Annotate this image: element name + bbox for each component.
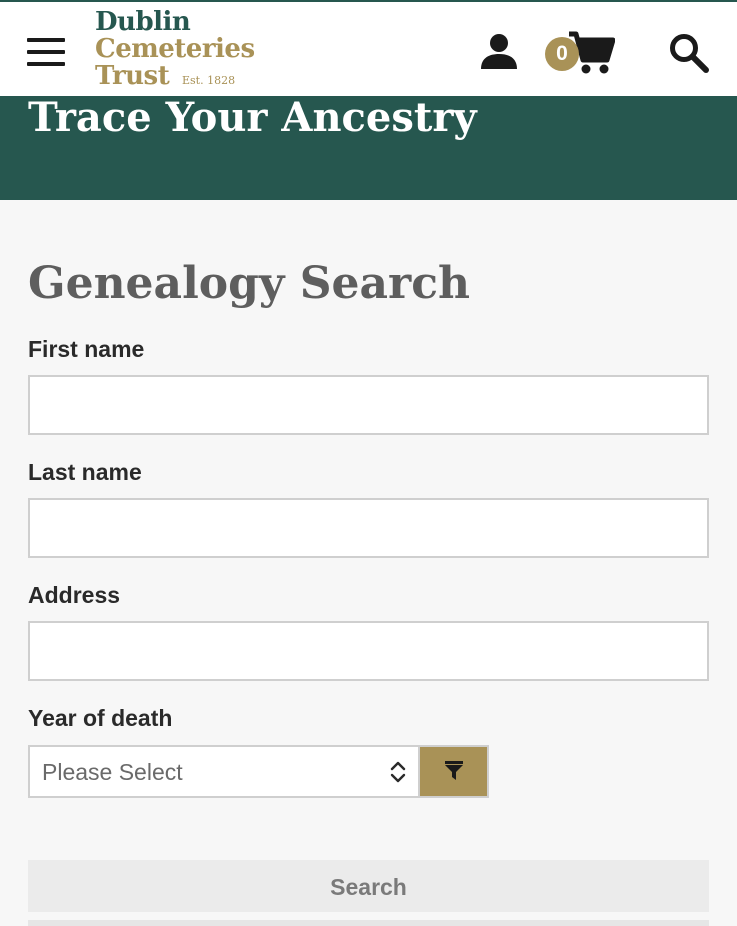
hamburger-menu-icon[interactable]: [27, 38, 65, 66]
last-name-label: Last name: [28, 459, 142, 485]
last-name-input[interactable]: [28, 498, 709, 558]
logo-line-cemeteries: Cemeteries: [95, 34, 255, 64]
form-title: Genealogy Search: [28, 258, 471, 309]
filter-icon: [445, 761, 463, 780]
year-of-death-select[interactable]: Please Select: [28, 745, 420, 798]
search-icon[interactable]: [668, 32, 710, 74]
year-of-death-label: Year of death: [28, 705, 173, 731]
divider: [28, 920, 709, 926]
chevron-up-down-icon: [390, 761, 406, 783]
logo-line-dublin: Dublin: [95, 7, 191, 37]
banner-title: Trace Your Ancestry: [28, 94, 477, 141]
address-input[interactable]: [28, 621, 709, 681]
user-icon[interactable]: [479, 33, 519, 71]
address-label: Address: [28, 582, 121, 608]
cart-button[interactable]: 0: [545, 30, 617, 76]
logo-line-trust: Trust: [95, 61, 170, 91]
site-logo[interactable]: Dublin Cemeteries Trust Est. 1828: [95, 8, 285, 92]
first-name-input[interactable]: [28, 375, 709, 435]
first-name-label: First name: [28, 336, 145, 362]
site-header: Dublin Cemeteries Trust Est. 1828 0: [0, 0, 737, 96]
year-select-value: Please Select: [42, 759, 183, 785]
cart-count-badge: 0: [545, 37, 579, 71]
page-banner: Trace Your Ancestry: [0, 96, 737, 200]
logo-established: Est. 1828: [182, 74, 236, 87]
filter-button[interactable]: [420, 745, 489, 798]
search-submit-button[interactable]: Search: [28, 860, 709, 912]
